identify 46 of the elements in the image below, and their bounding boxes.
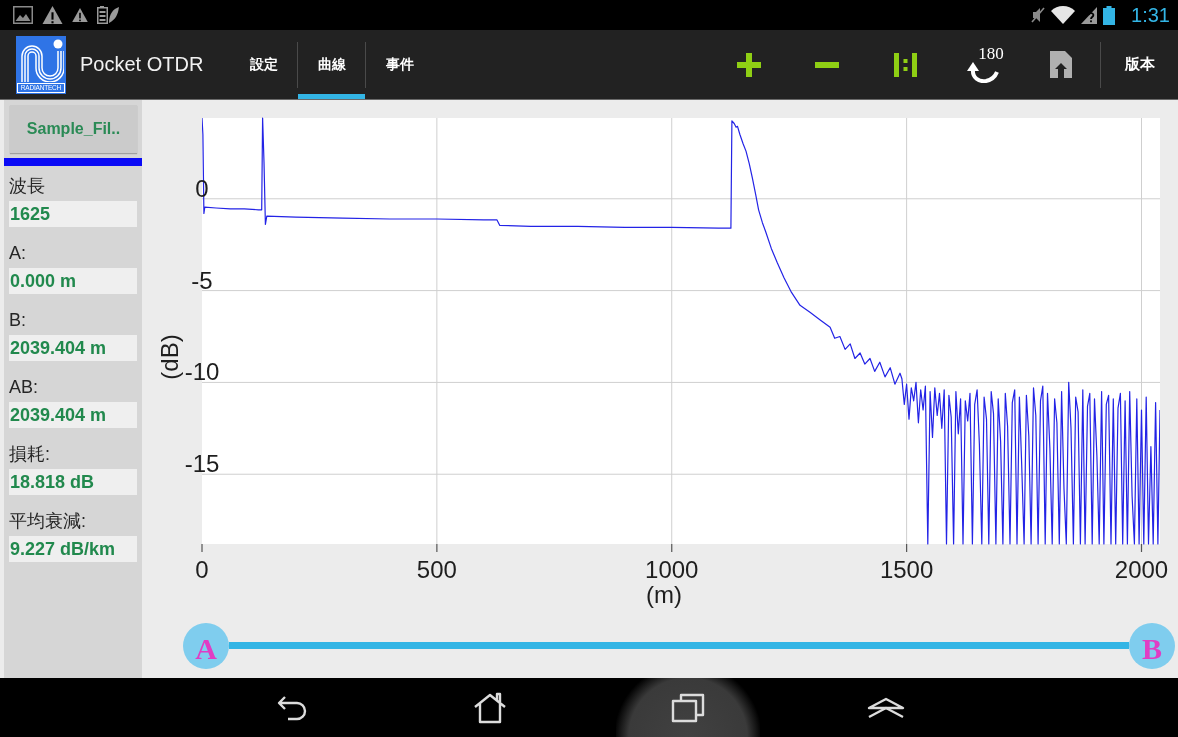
field-value: 1625 <box>9 201 137 227</box>
warning-icon <box>42 5 63 25</box>
wifi-icon <box>1051 6 1076 24</box>
minus-icon <box>815 61 839 68</box>
field-label: 波長 <box>9 175 46 198</box>
app-title: Pocket OTDR <box>80 53 204 76</box>
home-icon <box>472 691 508 724</box>
plus-icon <box>737 52 761 77</box>
rotate-button[interactable]: 180 <box>958 44 1008 85</box>
axis-tick-label: 1000 <box>645 556 699 583</box>
field-label: A: <box>9 242 27 265</box>
field-label: 損耗: <box>9 443 51 466</box>
axis-tick-label: -15 <box>184 450 220 478</box>
field-value: 0.000 m <box>9 268 137 294</box>
field-value: 2039.404 m <box>9 402 137 428</box>
axis-title: (dB) <box>156 334 183 380</box>
no-signal-icon <box>1081 6 1098 24</box>
status-time: 1:31 <box>1131 3 1170 27</box>
file-upload-icon <box>1050 51 1072 78</box>
axis-title: (m) <box>646 581 682 608</box>
axis-tick-label: 500 <box>416 556 457 583</box>
version-button[interactable]: 版本 <box>1118 47 1161 82</box>
back-icon <box>276 694 308 721</box>
axis-tick-label: 2000 <box>1114 556 1169 583</box>
axis-tick-label: -10 <box>184 358 220 386</box>
battery-leaf-icon <box>97 6 119 24</box>
field-value: 9.227 dB/km <box>9 536 137 562</box>
tab[interactable]: 設定 <box>230 30 298 99</box>
field-label: 平均衰減: <box>9 510 87 533</box>
field-label: B: <box>9 309 27 332</box>
picture-icon <box>13 6 33 24</box>
warning-icon <box>72 7 88 23</box>
recent-apps-icon <box>671 692 705 723</box>
axis-tick-label: 1500 <box>879 556 934 583</box>
axis-tick-label: 0 <box>195 556 209 583</box>
ratio-icon <box>893 52 917 77</box>
axis-tick-label: -5 <box>191 266 213 294</box>
double-chevron-icon <box>866 696 906 719</box>
field-value: 18.818 dB <box>9 469 137 495</box>
curved-arrow-icon <box>967 61 999 83</box>
tab[interactable]: 事件 <box>366 30 434 99</box>
battery-icon <box>1103 5 1116 25</box>
field-label: AB: <box>9 376 39 399</box>
muted-speaker-icon <box>1031 7 1046 23</box>
field-value: 2039.404 m <box>9 335 137 361</box>
logo-mark-icon <box>18 37 64 82</box>
